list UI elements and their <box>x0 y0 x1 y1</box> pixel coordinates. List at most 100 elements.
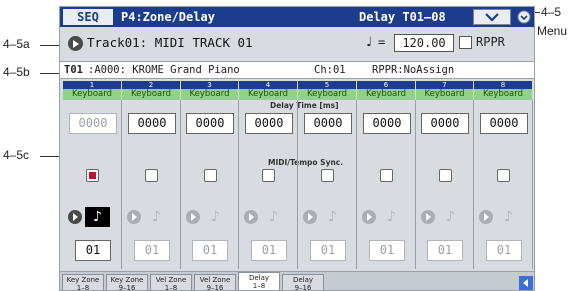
tempo-sync-checkbox[interactable] <box>439 169 452 182</box>
column-category: Keyboard <box>416 89 474 100</box>
column-number: 5 <box>298 81 356 89</box>
tempo-sync-checkbox[interactable] <box>145 169 158 182</box>
callout-4-5b: 4–5b <box>3 65 30 79</box>
tempo-sync-checkbox[interactable] <box>321 169 334 182</box>
track-select[interactable]: Track01: MIDI TRACK 01 <box>87 35 253 50</box>
times-field[interactable]: 01 <box>310 240 346 261</box>
column-number: 8 <box>474 81 532 89</box>
column-number: 7 <box>416 81 473 89</box>
tab-range: 9–16 <box>118 284 136 291</box>
base-note-popup-arrow-icon[interactable] <box>244 210 258 224</box>
column-category: Keyboard <box>298 89 357 100</box>
tempo-sync-checkbox[interactable] <box>204 169 217 182</box>
times-field[interactable]: 01 <box>192 240 228 261</box>
column-number: 4 <box>239 81 297 89</box>
column-number: 3 <box>181 81 238 89</box>
tab-range: 9–16 <box>294 284 312 291</box>
column-category: Keyboard <box>474 89 533 100</box>
base-note-popup-arrow-icon[interactable] <box>362 210 376 224</box>
delay-time-field[interactable]: 0000 <box>304 113 352 134</box>
page-title: P4:Zone/Delay <box>121 10 215 24</box>
page-menu-icon[interactable] <box>516 9 532 25</box>
tab-label: Delay <box>248 274 270 282</box>
track-info-row: T01 :A000: KROME Grand Piano Ch:01 RPPR:… <box>60 61 534 79</box>
column-number: 2 <box>122 81 180 89</box>
tab-vel-zone-2[interactable]: Vel Zone 1–8 <box>150 274 192 291</box>
tab-label: Key Zone <box>110 276 144 284</box>
tab-range: 1–8 <box>76 284 90 291</box>
device-screen: SEQ P4:Zone/Delay Delay T01–08 Track01: … <box>59 6 535 291</box>
track-select-row: Track01: MIDI TRACK 01 ♩ = 120.00 RPPR <box>60 30 534 56</box>
callout-4-5a: 4–5a <box>3 37 30 51</box>
base-note-field[interactable]: ♪ <box>144 207 169 227</box>
base-note-popup-arrow-icon[interactable] <box>421 210 435 224</box>
base-note-field[interactable]: ♪ <box>379 207 404 227</box>
tab-key-zone-1[interactable]: Key Zone 9–16 <box>106 274 148 291</box>
base-note-field[interactable]: ♪ <box>496 207 521 227</box>
callout-4-5c: 4–5c <box>3 148 30 162</box>
base-note-popup-arrow-icon[interactable] <box>127 210 141 224</box>
rppr-checkbox[interactable] <box>459 36 472 49</box>
base-note-popup-arrow-icon[interactable] <box>186 210 200 224</box>
times-field[interactable]: 01 <box>251 240 287 261</box>
page-subtitle: Delay T01–08 <box>359 10 446 24</box>
tab-label: Vel Zone <box>155 276 187 284</box>
tab-range: 1–8 <box>164 284 178 291</box>
menu-button[interactable] <box>473 9 511 25</box>
callout-4-5: 4–5 <box>541 5 562 19</box>
delay-time-field[interactable]: 0000 <box>186 113 234 134</box>
times-field[interactable]: 01 <box>369 240 405 261</box>
chevron-down-icon <box>485 13 499 22</box>
delay-time-field[interactable]: 0000 <box>128 113 176 134</box>
column-number: 1 <box>63 81 121 89</box>
base-note-popup-arrow-icon[interactable] <box>68 210 82 224</box>
tab-vel-zone-3[interactable]: Vel Zone 9–16 <box>194 274 236 291</box>
base-note-field[interactable]: ♪ <box>85 207 110 227</box>
page-tabs: Key Zone 1–8 Key Zone 9–16 Vel Zone 1–8 Vel Zo… <box>60 271 534 291</box>
track-popup-arrow-icon[interactable] <box>68 36 83 51</box>
base-note-field[interactable]: ♪ <box>203 207 228 227</box>
delay-time-field[interactable]: 0000 <box>69 113 117 134</box>
tab-label: Delay <box>292 276 314 284</box>
tab-range: 1–8 <box>252 282 266 290</box>
mode-label: SEQ <box>63 9 113 25</box>
tempo-equals: = <box>378 35 386 49</box>
tab-range: 9–16 <box>206 284 224 291</box>
delay-time-field[interactable]: 0000 <box>363 113 411 134</box>
info-rppr: RPPR:NoAssign <box>372 64 455 76</box>
tab-label: Vel Zone <box>199 276 231 284</box>
tempo-sync-checkbox[interactable] <box>497 169 510 182</box>
times-field[interactable]: 01 <box>427 240 463 261</box>
times-field[interactable]: 01 <box>134 240 170 261</box>
header-bar: SEQ P4:Zone/Delay Delay T01–08 <box>60 7 534 27</box>
delay-time-field[interactable]: 0000 <box>421 113 469 134</box>
rppr-label: RPPR <box>476 35 505 49</box>
tab-key-zone-0[interactable]: Key Zone 1–8 <box>62 274 104 291</box>
column-category: Keyboard <box>63 89 122 100</box>
base-note-field[interactable]: ♪ <box>261 207 286 227</box>
base-note-popup-arrow-icon[interactable] <box>303 210 317 224</box>
column-category: Keyboard <box>122 89 181 100</box>
times-field[interactable]: 01 <box>486 240 522 261</box>
column-category: Keyboard <box>357 89 416 100</box>
tempo-note-icon: ♩ <box>366 35 373 50</box>
column-category: Keyboard <box>181 89 239 100</box>
track-grid: Delay Time [ms] MIDI/Tempo Sync. 1 Keyboa… <box>63 81 533 269</box>
delay-time-field[interactable]: 0000 <box>245 113 293 134</box>
tempo-sync-checkbox[interactable] <box>262 169 275 182</box>
times-field[interactable]: 01 <box>75 240 111 261</box>
base-note-field[interactable]: ♪ <box>438 207 463 227</box>
tab-delay-5[interactable]: Delay 9–16 <box>282 274 324 291</box>
info-program: :A000: KROME Grand Piano <box>88 64 240 76</box>
chevron-left-icon[interactable] <box>519 276 533 290</box>
base-note-field[interactable]: ♪ <box>320 207 345 227</box>
info-channel: Ch:01 <box>314 64 346 76</box>
tempo-field[interactable]: 120.00 <box>394 34 454 52</box>
base-note-popup-arrow-icon[interactable] <box>479 210 493 224</box>
tab-delay-4[interactable]: Delay 1–8 <box>238 272 280 290</box>
delay-time-field[interactable]: 0000 <box>480 113 528 134</box>
column-category: Keyboard <box>239 89 298 100</box>
info-track: T01 <box>64 64 83 76</box>
tempo-sync-checkbox[interactable] <box>380 169 393 182</box>
tempo-sync-checkbox[interactable] <box>86 169 99 182</box>
